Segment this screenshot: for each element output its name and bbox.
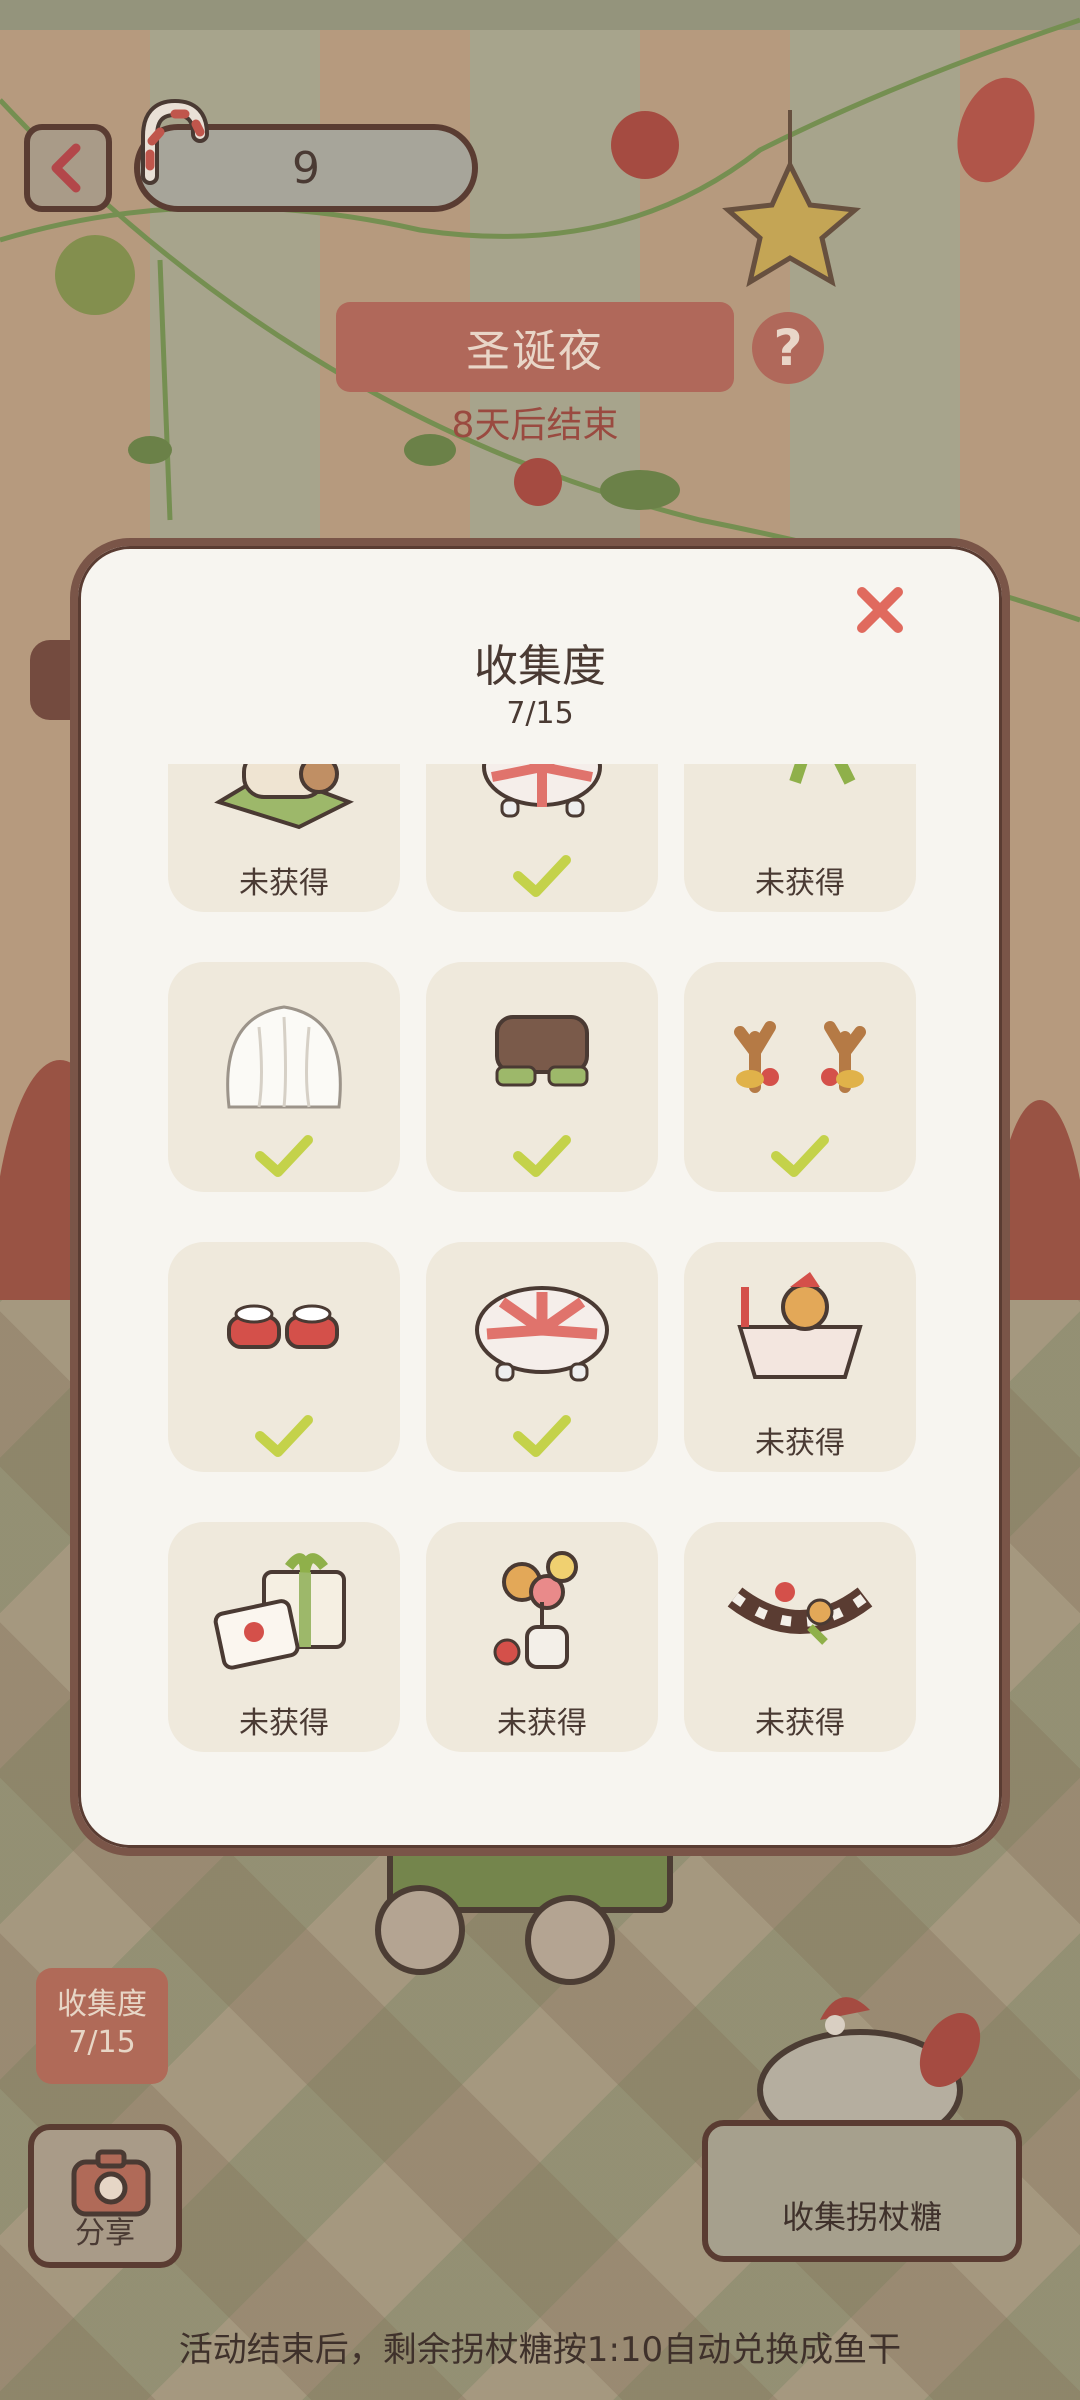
event-title-banner: 圣诞夜 [336,302,734,392]
item-status-label: 未获得 [755,1706,845,1741]
share-button[interactable]: 分享 [28,2124,182,2268]
event-timer: 8天后结束 [451,405,619,446]
lollipop-vase-icon [426,1532,658,1692]
close-icon [857,587,903,633]
item-status-label: 未获得 [239,866,329,901]
item-status-label: 未获得 [239,1706,329,1741]
christmas-wreath-icon [684,764,916,852]
modal-progress: 7/15 [506,696,574,731]
help-icon: ? [773,319,803,377]
obtained-check-icon [254,1134,314,1182]
collection-item-card[interactable] [684,962,916,1192]
collection-badge-title: 收集度 [57,1987,147,2022]
collection-item-card[interactable]: 未获得 [684,1522,916,1752]
white-wig-icon [168,972,400,1132]
collect-candy-cane-label: 收集拐杖糖 [781,2198,942,2236]
chevron-left-icon [51,143,81,193]
obtained-check-icon [770,1134,830,1182]
event-title: 圣诞夜 [466,326,604,377]
collection-item-card[interactable]: 未获得 [426,1522,658,1752]
collection-item-card[interactable]: 未获得 [684,764,916,912]
collection-badge-progress: 7/15 [68,2025,136,2060]
collection-modal: 收集度 7/15 未获得 未获得 未获得 未获得 未获得 未获得 [70,538,1010,1856]
help-button[interactable]: ? [752,312,824,384]
exchange-note: 活动结束后，剩余拐杖糖按1:10自动兑换成鱼干 [178,2330,902,2370]
item-status-label: 未获得 [755,1426,845,1461]
obtained-check-icon [512,1414,572,1462]
obtained-check-icon [512,854,572,902]
back-button[interactable] [24,124,112,212]
christmas-slippers-icon [168,1252,400,1412]
gingerbread-sleigh-icon [684,1252,916,1412]
collection-item-card[interactable]: 未获得 [684,1242,916,1472]
candy-count: 9 [292,142,320,194]
item-status-label: 未获得 [497,1706,587,1741]
peppermint-cushion-icon [426,1252,658,1412]
obtained-check-icon [512,1134,572,1182]
collection-item-card[interactable] [426,962,658,1192]
collect-candy-cane-button[interactable]: 收集拐杖糖 [702,2120,1022,2262]
reindeer-antlers-icon [684,972,916,1132]
close-button[interactable] [848,578,912,642]
collection-item-card[interactable] [426,1242,658,1472]
collection-grid: 未获得 未获得 未获得 未获得 未获得 未获得 [168,764,928,1752]
yule-log-cake-icon [168,764,400,852]
collection-badge[interactable]: 收集度 7/15 [36,1968,168,2084]
collection-item-card[interactable] [168,1242,400,1472]
share-label: 分享 [75,2216,135,2251]
collection-item-card[interactable]: 未获得 [168,764,400,912]
peppermint-stool-icon [426,764,658,852]
candy-cane-icon [141,98,209,185]
collection-item-card[interactable] [426,764,658,912]
obtained-check-icon [254,1414,314,1462]
brown-shorts-icon [426,972,658,1132]
collection-item-card[interactable]: 未获得 [168,1522,400,1752]
collection-scroll-area[interactable]: 未获得 未获得 未获得 未获得 未获得 未获得 [78,764,1002,1808]
item-status-label: 未获得 [755,866,845,901]
collection-item-card[interactable] [168,962,400,1192]
gift-boxes-icon [168,1532,400,1692]
christmas-garland-icon [684,1532,916,1692]
